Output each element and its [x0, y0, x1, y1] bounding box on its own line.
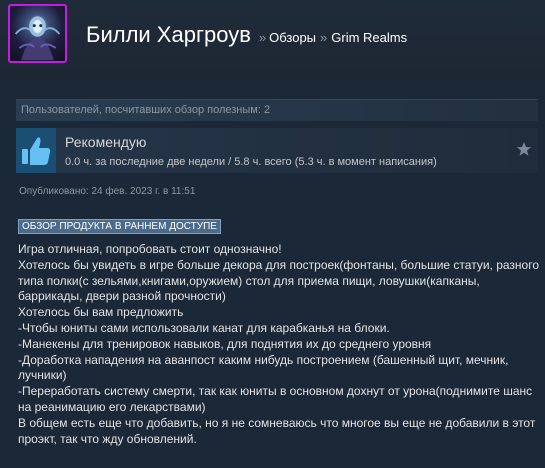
- review-line: -Чтобы юниты сами использовали канат для…: [18, 320, 390, 335]
- breadcrumb: Билли Харгроув » Обзоры » Grim Realms: [86, 22, 407, 48]
- playtime-hours: 0.0 ч. за последние две недели / 5.8 ч. …: [65, 156, 437, 168]
- profile-header: Билли Харгроув » Обзоры » Grim Realms: [0, 0, 545, 80]
- posted-date: Опубликовано: 24 фев. 2023 г. в 11:51: [19, 186, 196, 197]
- review-line: В общем есть еще что добавить, но я не с…: [18, 415, 536, 446]
- thumbs-up-icon: [16, 128, 56, 173]
- review-line: -Переработать систему смерти, так как юн…: [18, 384, 533, 414]
- star-icon[interactable]: [516, 141, 532, 157]
- breadcrumb-game-link[interactable]: Grim Realms: [331, 30, 407, 45]
- recommendation-title[interactable]: Рекомендую: [65, 134, 146, 150]
- early-access-badge: ОБЗОР ПРОДУКТА В РАННЕМ ДОСТУПЕ: [18, 219, 221, 234]
- review-text: Игра отличная, попробовать стоит однозна…: [18, 242, 542, 447]
- review-line: Игра отличная, попробовать стоит однозна…: [18, 242, 282, 256]
- review-line: -Манекены для тренировок навыков, для по…: [18, 336, 432, 351]
- user-name[interactable]: Билли Харгроув: [86, 22, 251, 48]
- breadcrumb-separator: »: [320, 30, 328, 45]
- helpful-count: Пользователей, посчитавших обзор полезны…: [16, 99, 538, 121]
- avatar[interactable]: [8, 4, 67, 63]
- review-line: Хотелось бы увидеть в игре больше декора…: [18, 257, 539, 304]
- review-line: Хотелось бы вам предложить: [18, 305, 184, 320]
- breadcrumb-separator: »: [258, 30, 267, 45]
- recommendation-block: Рекомендую 0.0 ч. за последние две недел…: [16, 128, 538, 173]
- breadcrumb-reviews-link[interactable]: Обзоры: [269, 30, 316, 45]
- avatar-image: [14, 16, 61, 61]
- review-line: -Доработка нападения на аванпост каким н…: [18, 352, 509, 383]
